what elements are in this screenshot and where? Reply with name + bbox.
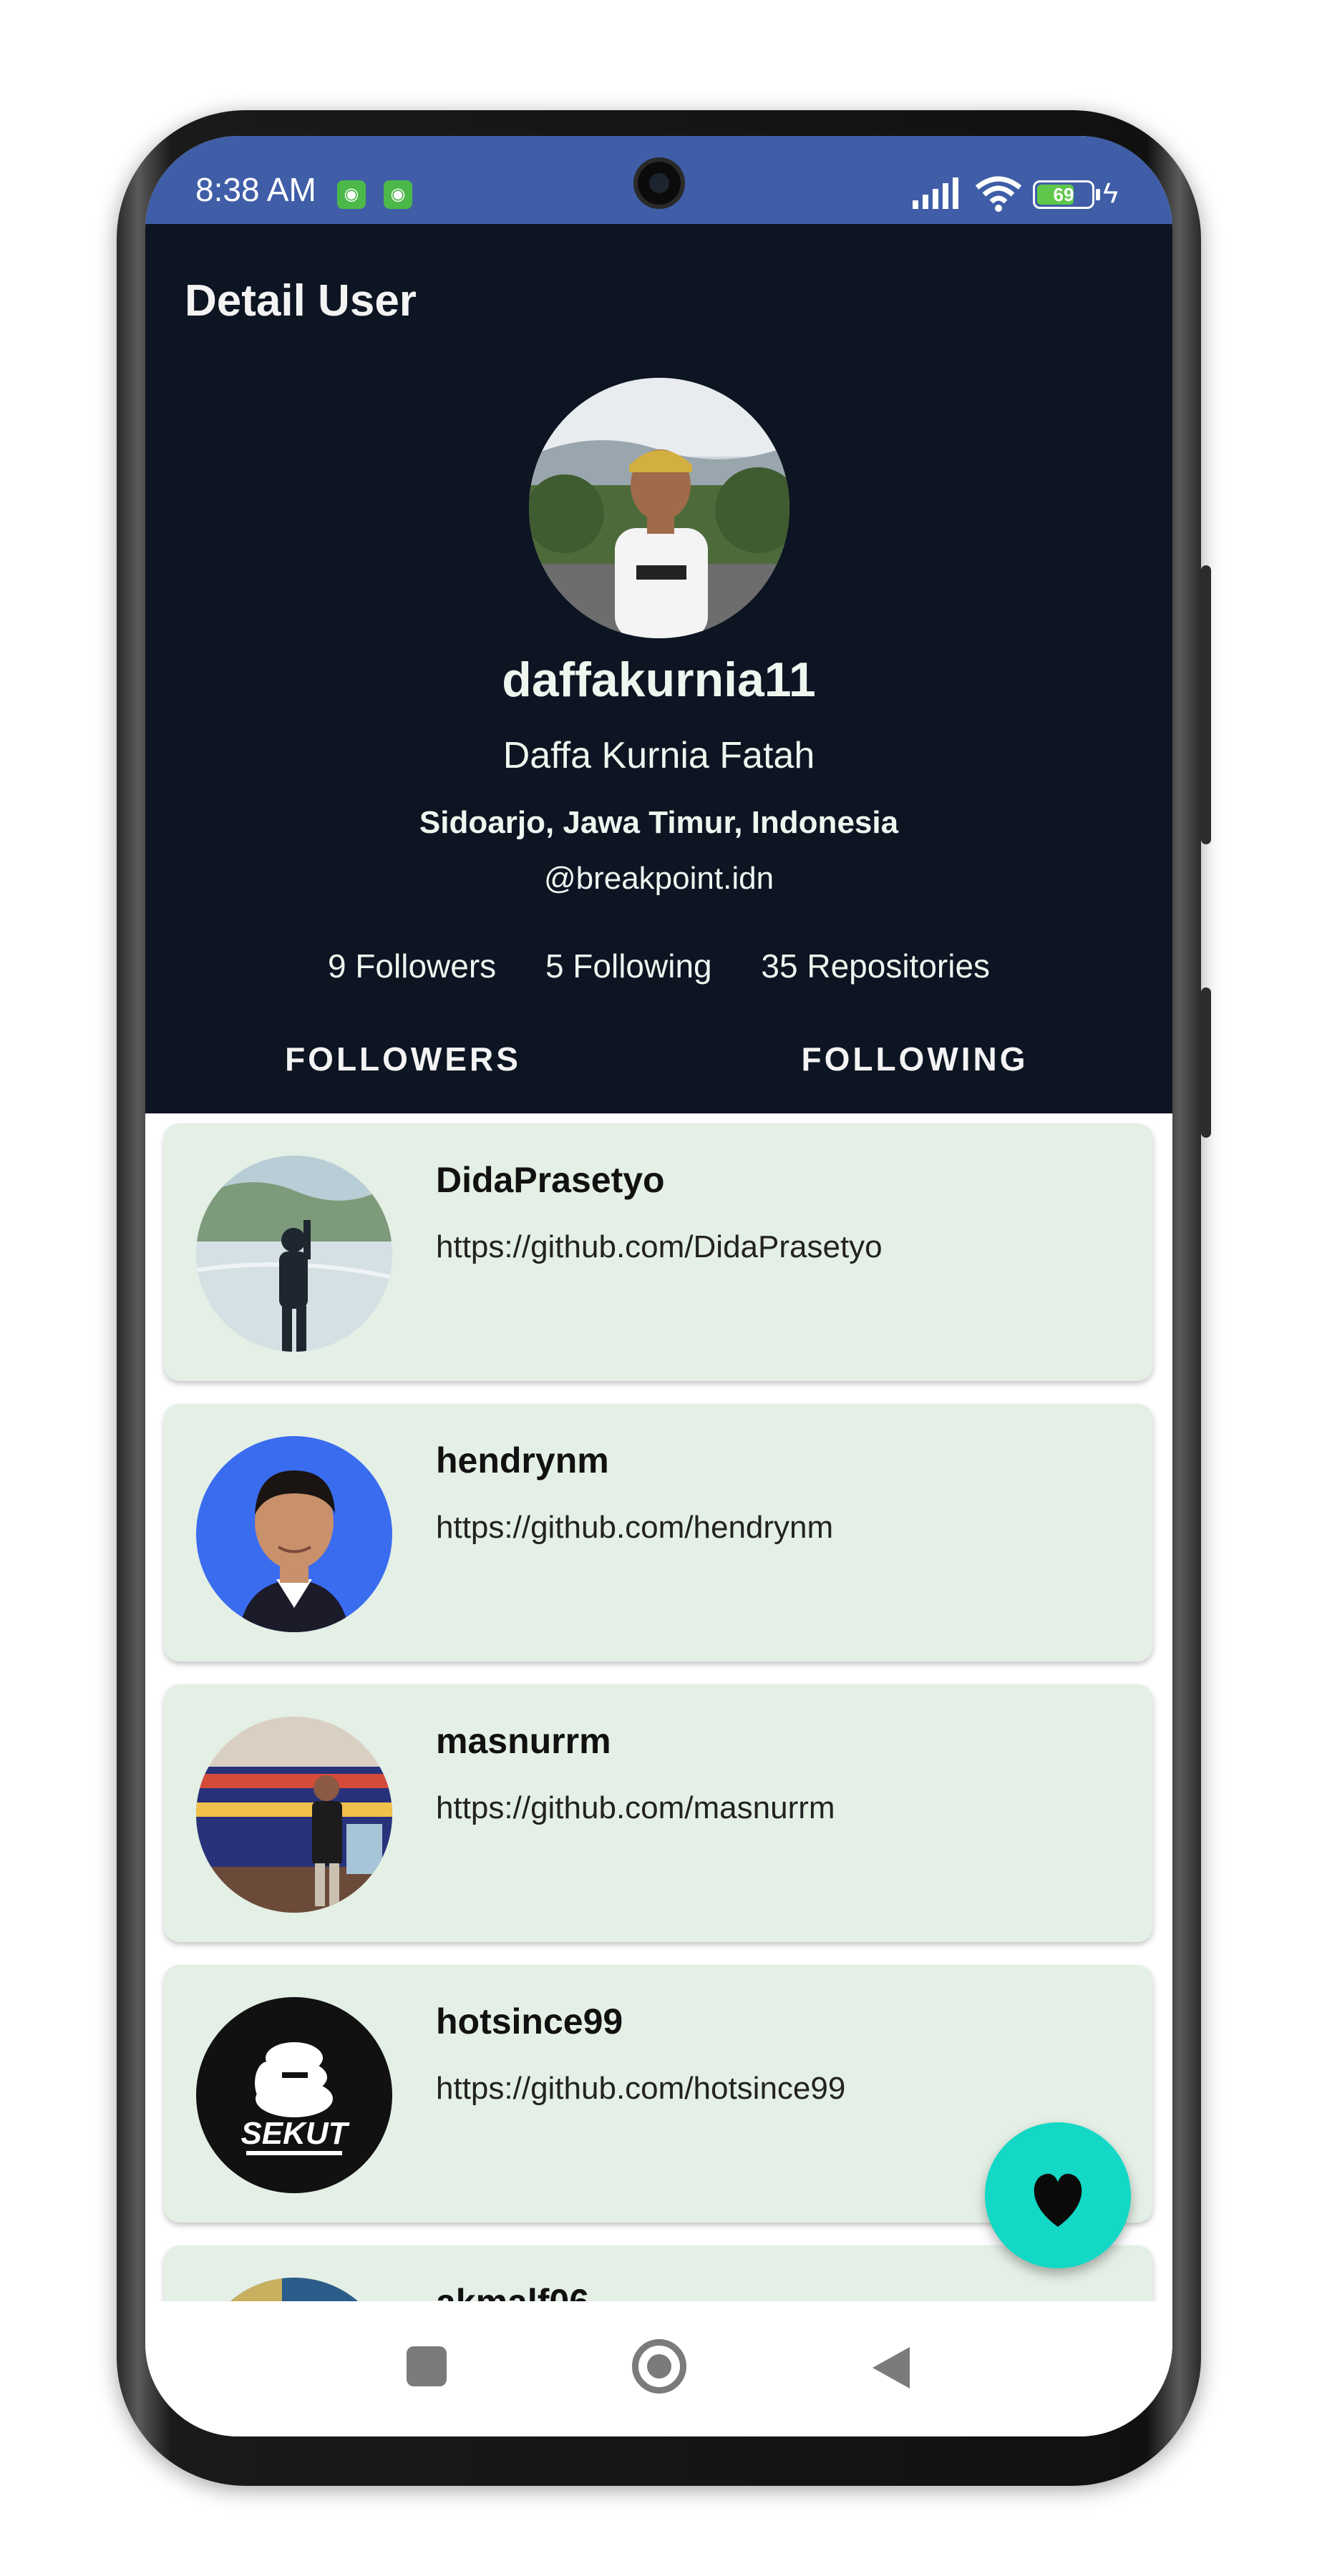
android-app-icon: ◉ bbox=[384, 180, 412, 209]
logo-text: SEKUT bbox=[240, 2116, 349, 2151]
phone-screen: 8:38 AM ◉ ◉ 69 ϟ Detail User daffakurnia… bbox=[145, 136, 1172, 2436]
location: Sidoarjo, Jawa Timur, Indonesia bbox=[419, 805, 899, 840]
user-avatar bbox=[196, 2278, 392, 2301]
user-url[interactable]: https://github.com/DidaPrasetyo bbox=[436, 1229, 883, 1265]
user-detail-header: Detail User daffakurnia11 Daffa Kurnia F… bbox=[145, 224, 1172, 1113]
following-count: 5 Following bbox=[545, 947, 712, 985]
user-login: hotsince99 bbox=[436, 2001, 623, 2041]
status-bar: 8:38 AM ◉ ◉ 69 ϟ bbox=[145, 136, 1172, 224]
user-url[interactable]: https://github.com/masnurrm bbox=[436, 1790, 835, 1826]
favorite-button[interactable] bbox=[985, 2122, 1131, 2268]
battery-icon: 69 bbox=[1033, 180, 1094, 209]
user-login: DidaPrasetyo bbox=[436, 1160, 665, 1200]
user-avatar bbox=[196, 1717, 392, 1913]
recent-apps-icon[interactable] bbox=[407, 2346, 447, 2386]
list-item[interactable]: hendrynm https://github.com/hendrynm bbox=[164, 1404, 1153, 1662]
signal-icon bbox=[913, 177, 958, 209]
heart-icon bbox=[1034, 2173, 1082, 2227]
list-item[interactable]: masnurrm https://github.com/masnurrm bbox=[164, 1684, 1153, 1942]
company: @breakpoint.idn bbox=[543, 861, 774, 896]
user-url[interactable]: https://github.com/hendrynm bbox=[436, 1510, 833, 1546]
back-icon[interactable] bbox=[870, 2344, 913, 2391]
volume-button bbox=[1201, 565, 1211, 844]
list-item[interactable]: DidaPrasetyo https://github.com/DidaPras… bbox=[164, 1123, 1153, 1381]
user-login: akmalf06 bbox=[436, 2281, 589, 2301]
charging-bolt-icon: ϟ bbox=[1103, 177, 1119, 209]
navigation-bar bbox=[145, 2301, 1172, 2436]
power-button bbox=[1201, 987, 1211, 1138]
repositories-count: 35 Repositories bbox=[761, 947, 991, 985]
page-title: Detail User bbox=[185, 276, 417, 326]
status-time: 8:38 AM bbox=[195, 171, 316, 208]
user-login: hendrynm bbox=[436, 1440, 609, 1480]
tab-followers[interactable]: FOLLOWERS bbox=[145, 1040, 661, 1078]
front-camera bbox=[633, 157, 685, 209]
battery-tip bbox=[1096, 189, 1100, 200]
full-name: Daffa Kurnia Fatah bbox=[502, 735, 815, 776]
user-avatar bbox=[196, 1436, 392, 1632]
followers-count: 9 Followers bbox=[327, 947, 497, 985]
tab-bar: FOLLOWERS FOLLOWING bbox=[145, 1040, 1172, 1097]
wifi-icon bbox=[976, 176, 1021, 212]
username: daffakurnia11 bbox=[502, 653, 816, 707]
user-stats: 9 Followers 5 Following 35 Repositories bbox=[145, 947, 1172, 985]
profile-avatar bbox=[529, 378, 789, 638]
tab-following[interactable]: FOLLOWING bbox=[657, 1040, 1172, 1078]
home-icon[interactable] bbox=[632, 2339, 686, 2394]
battery-level: 69 bbox=[1053, 184, 1074, 205]
user-avatar bbox=[196, 1156, 392, 1352]
user-url[interactable]: https://github.com/hotsince99 bbox=[436, 2071, 845, 2107]
user-avatar: SEKUT bbox=[196, 1997, 392, 2193]
android-app-icon: ◉ bbox=[337, 180, 366, 209]
user-login: masnurrm bbox=[436, 1721, 611, 1761]
